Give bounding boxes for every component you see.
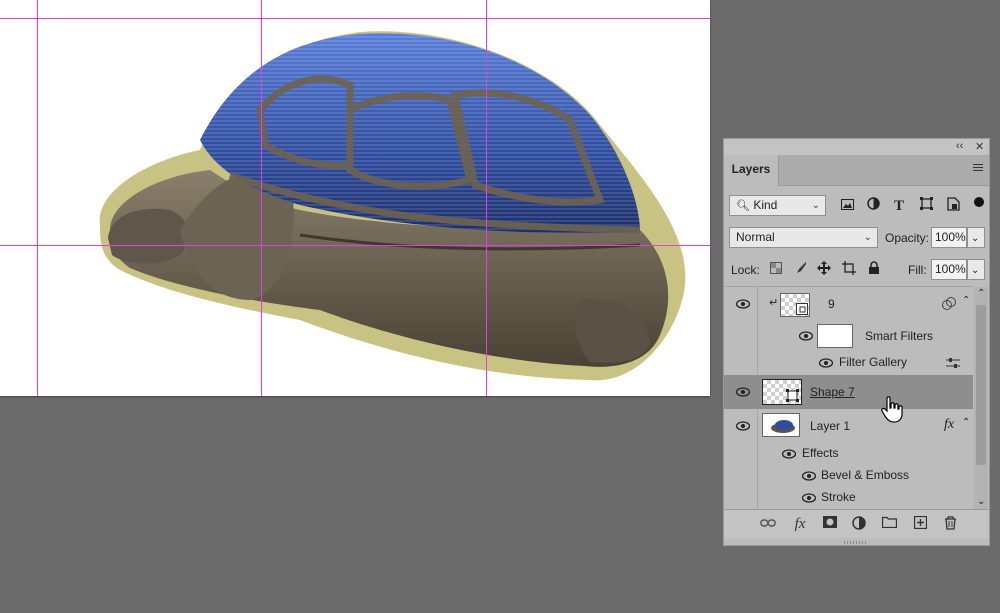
filter-kind-label: Kind: [753, 198, 778, 212]
stroke-effect-label: Stroke: [821, 490, 856, 504]
bevel-emboss-label: Bevel & Emboss: [821, 468, 910, 482]
shape-filter-icon[interactable]: [917, 197, 935, 215]
shape-7-thumbnail[interactable]: [762, 379, 802, 405]
hamburger-menu-icon[interactable]: [973, 164, 983, 172]
adjustment-layer-icon[interactable]: [851, 516, 867, 532]
layers-scrollbar[interactable]: ⌃ ⌄: [974, 287, 988, 509]
smart-filter-mask-thumbnail[interactable]: [817, 324, 853, 348]
filter-gallery-label: Filter Gallery: [839, 355, 908, 369]
lock-label: Lock:: [731, 263, 760, 277]
search-icon: 🔍︎: [736, 200, 750, 212]
layer-1-thumbnail[interactable]: [762, 413, 800, 437]
shape-badge-icon: [786, 389, 799, 402]
add-mask-icon[interactable]: [822, 516, 838, 532]
image-filter-icon[interactable]: [838, 197, 856, 215]
fill-input[interactable]: 100%: [931, 259, 967, 280]
layer-row-shape-7[interactable]: Shape 7: [724, 375, 973, 409]
opacity-label: Opacity:: [885, 231, 930, 245]
layers-bottom-toolbar: fx: [724, 509, 989, 538]
turtle-thumbnail-image: [771, 420, 795, 433]
panel-resize-grip[interactable]: [844, 541, 868, 544]
layer-row-9[interactable]: ↵ 9 ⌃: [724, 287, 973, 509]
collapse-arrow-icon[interactable]: ⌃: [962, 295, 970, 306]
document-canvas[interactable]: [0, 0, 710, 396]
filter-kind-select[interactable]: 🔍︎ Kind ⌄: [729, 195, 826, 216]
lock-all-icon[interactable]: [865, 261, 883, 279]
effects-label: Effects: [802, 446, 839, 460]
type-filter-icon[interactable]: T: [890, 197, 908, 215]
layer-9-name[interactable]: 9: [828, 297, 835, 311]
layers-panel: ‹‹ ✕ Layers 🔍︎ Kind ⌄ T Normal ⌄ Opacity…: [723, 138, 990, 546]
layer-row-layer-1[interactable]: Layer 1 fx ⌃: [724, 409, 973, 443]
layer-9-thumbnail[interactable]: [780, 293, 810, 317]
effects-row[interactable]: Effects: [724, 443, 973, 465]
filter-blending-options-icon[interactable]: [946, 357, 960, 369]
panel-title-bar[interactable]: ‹‹ ✕: [724, 139, 989, 155]
close-panel-icon[interactable]: ✕: [975, 140, 984, 153]
scrollbar-thumb[interactable]: [976, 305, 986, 465]
scroll-down-icon[interactable]: ⌄: [977, 496, 985, 507]
new-layer-icon[interactable]: [912, 515, 928, 532]
link-layers-icon[interactable]: [760, 516, 776, 532]
hand-pointer-cursor-icon: [881, 396, 903, 423]
chevron-down-icon: ⌄: [971, 265, 980, 276]
eye-visibility-icon[interactable]: [736, 421, 750, 431]
layers-list: ↵ 9 ⌃ Smart Filters Filter Gallery Shape…: [724, 287, 973, 509]
bevel-emboss-row[interactable]: Bevel & Emboss: [724, 465, 973, 487]
lock-image-pixels-icon[interactable]: [791, 261, 809, 279]
new-group-folder-icon[interactable]: [881, 516, 897, 532]
blend-mode-value: Normal: [736, 230, 775, 244]
eye-visibility-icon[interactable]: [802, 493, 816, 503]
eye-visibility-icon[interactable]: [782, 449, 796, 459]
eye-visibility-icon[interactable]: [802, 471, 816, 481]
lock-position-icon[interactable]: [815, 261, 833, 279]
horizontal-guide[interactable]: [0, 245, 710, 246]
blend-row: Normal ⌄ Opacity: 100% ⌄: [724, 227, 989, 251]
filter-gallery-row[interactable]: Filter Gallery: [724, 349, 973, 375]
shape-7-name[interactable]: Shape 7: [810, 385, 855, 399]
vertical-guide[interactable]: [261, 0, 262, 396]
layer-1-name[interactable]: Layer 1: [810, 419, 850, 433]
eye-visibility-icon[interactable]: [799, 331, 813, 341]
clipping-arrow-icon: ↵: [769, 297, 779, 309]
smart-filters-label: Smart Filters: [865, 329, 934, 343]
chevron-down-icon: ⌄: [971, 233, 980, 244]
smart-object-badge-icon: [796, 303, 808, 315]
smart-object-filter-icon[interactable]: [944, 197, 962, 215]
opacity-dropdown[interactable]: ⌄: [967, 227, 985, 248]
lock-artboard-icon[interactable]: [840, 261, 858, 279]
adjustment-filter-icon[interactable]: [864, 197, 882, 215]
lock-transparent-pixels-icon[interactable]: [767, 261, 785, 279]
chevron-down-icon: ⌄: [863, 232, 872, 243]
smart-filters-row[interactable]: Smart Filters: [724, 321, 973, 349]
blend-mode-select[interactable]: Normal ⌄: [729, 227, 878, 248]
fill-dropdown[interactable]: ⌄: [967, 259, 985, 280]
eye-visibility-icon[interactable]: [736, 387, 750, 397]
tab-layers[interactable]: Layers: [724, 155, 779, 186]
layer-effects-badge[interactable]: fx: [944, 417, 954, 433]
panel-tab-bar: Layers: [724, 155, 989, 186]
lock-row: Lock: Fill: 100% ⌄: [724, 259, 989, 283]
collapse-panel-icon[interactable]: ‹‹: [956, 140, 963, 152]
artwork-turtle: [99, 31, 686, 381]
fill-label: Fill:: [908, 263, 927, 277]
smart-filter-indicator-icon: [942, 297, 956, 310]
layer-filter-row: 🔍︎ Kind ⌄ T: [724, 195, 989, 219]
horizontal-guide[interactable]: [0, 18, 710, 19]
stroke-effect-row[interactable]: Stroke: [724, 487, 973, 509]
delete-layer-trash-icon[interactable]: [942, 516, 958, 532]
vertical-guide[interactable]: [37, 0, 38, 396]
chevron-down-icon: ⌄: [811, 200, 820, 211]
add-layer-style-button[interactable]: fx: [792, 516, 808, 532]
collapse-arrow-icon[interactable]: ⌃: [962, 417, 970, 428]
eye-visibility-icon[interactable]: [819, 358, 833, 368]
filter-toggle-icon[interactable]: [974, 197, 984, 207]
opacity-input[interactable]: 100%: [931, 227, 967, 248]
scroll-up-icon[interactable]: ⌃: [977, 288, 985, 299]
eye-visibility-icon[interactable]: [736, 299, 750, 309]
vertical-guide[interactable]: [486, 0, 487, 396]
